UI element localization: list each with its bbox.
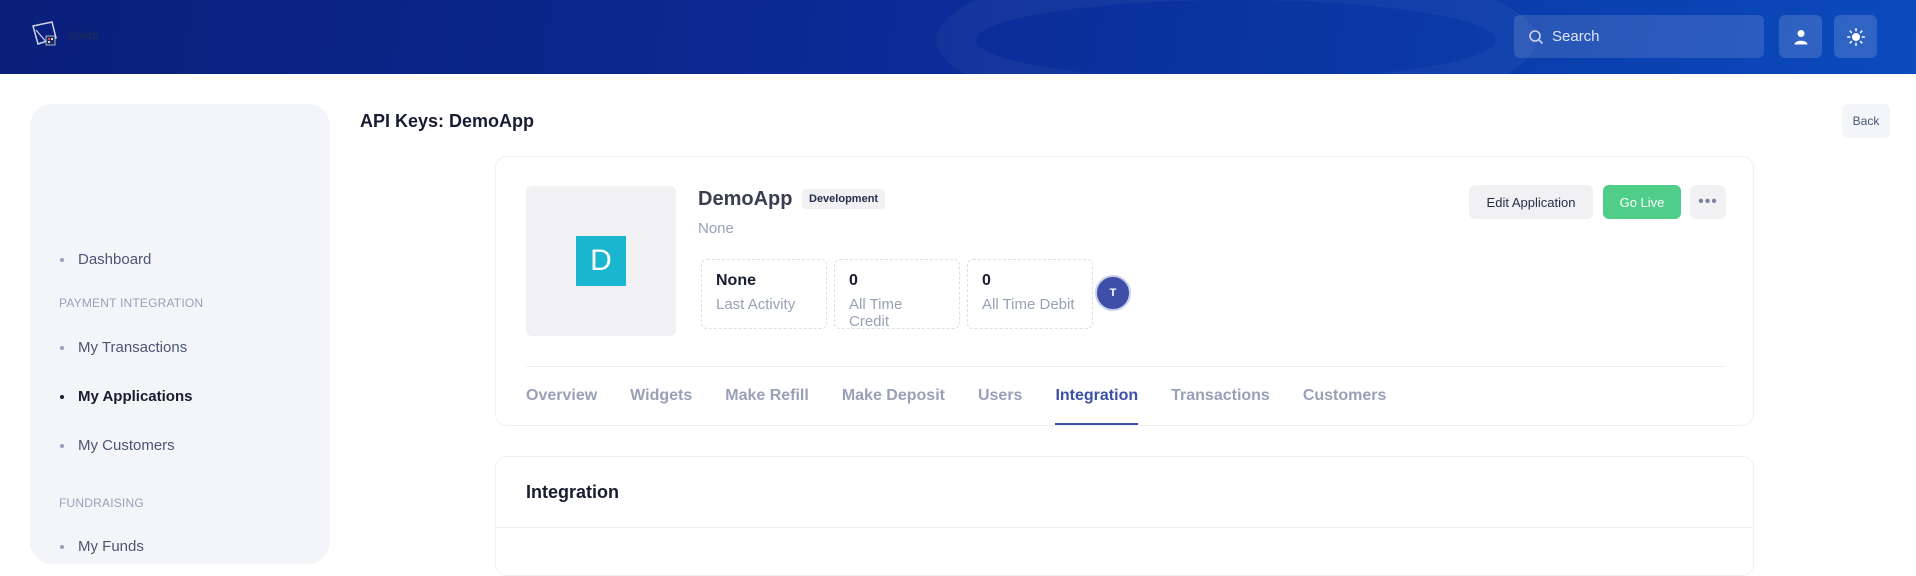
sidebar-item-my-funds[interactable]: My Funds (60, 538, 144, 555)
more-options-button[interactable]: ••• (1690, 185, 1726, 219)
sidebar: Dashboard PAYMENT INTEGRATION My Transac… (30, 104, 330, 564)
stat-all-time-credit: 0 All Time Credit (834, 259, 960, 330)
tab-make-deposit[interactable]: Make Deposit (842, 367, 945, 425)
application-card: D DemoApp Development None None Last Act… (495, 156, 1754, 426)
stat-label: All Time Debit (982, 296, 1075, 313)
page-title: API Keys: DemoApp (360, 111, 535, 131)
sidebar-item-my-transactions[interactable]: My Transactions (60, 339, 187, 356)
app-description: None (698, 220, 734, 237)
app-avatar: D (576, 236, 626, 286)
back-button[interactable]: Back (1842, 104, 1890, 138)
sidebar-item-label: My Transactions (78, 339, 188, 356)
app-tabs: Overview Widgets Make Refill Make Deposi… (526, 367, 1419, 425)
sidebar-item-my-applications[interactable]: My Applications (60, 388, 192, 405)
user-menu-button[interactable] (1779, 15, 1822, 58)
app-name: DemoApp (698, 188, 793, 210)
search-input[interactable] (1552, 28, 1752, 45)
app-avatar-container: D (526, 186, 676, 336)
tab-widgets[interactable]: Widgets (630, 367, 692, 425)
bullet-icon (60, 394, 64, 399)
tab-customers[interactable]: Customers (1303, 367, 1387, 425)
tab-overview[interactable]: Overview (526, 367, 597, 425)
top-header: Somb (0, 0, 1916, 74)
stat-last-activity: None Last Activity (701, 259, 827, 329)
sidebar-item-dashboard[interactable]: Dashboard (60, 251, 151, 268)
sidebar-section-fundraising: FUNDRAISING (59, 496, 144, 510)
sidebar-item-label: Dashboard (78, 251, 152, 268)
sidebar-item-label: My Customers (78, 437, 175, 454)
sidebar-item-my-customers[interactable]: My Customers (60, 437, 175, 454)
divider (496, 527, 1753, 528)
user-icon (1794, 29, 1807, 44)
stat-label: Last Activity (716, 296, 796, 313)
stat-value: 0 (849, 272, 858, 289)
tab-users[interactable]: Users (978, 367, 1022, 425)
user-avatar[interactable]: T (1095, 275, 1131, 311)
tab-make-refill[interactable]: Make Refill (725, 367, 809, 425)
logo-icon (32, 21, 57, 46)
theme-toggle-button[interactable] (1834, 15, 1877, 58)
sidebar-item-label: My Applications (78, 388, 193, 405)
stat-value: None (716, 272, 756, 289)
bullet-icon (60, 345, 64, 350)
sun-icon (1846, 27, 1865, 46)
app-logo[interactable]: Somb (30, 20, 120, 52)
bullet-icon (60, 257, 64, 262)
search-box[interactable] (1514, 15, 1764, 58)
go-live-button[interactable]: Go Live (1603, 185, 1681, 219)
sidebar-section-payment-integration: PAYMENT INTEGRATION (59, 296, 204, 310)
tab-integration[interactable]: Integration (1055, 367, 1138, 425)
stat-value: 0 (982, 272, 991, 289)
tab-transactions[interactable]: Transactions (1171, 367, 1270, 425)
logo-text: Somb (68, 30, 99, 42)
edit-application-button[interactable]: Edit Application (1469, 185, 1593, 219)
environment-badge: Development (802, 189, 886, 209)
stat-all-time-debit: 0 All Time Debit (967, 259, 1093, 329)
integration-card: Integration (495, 456, 1754, 576)
stat-label: All Time Credit (849, 296, 903, 330)
search-icon (1529, 29, 1544, 44)
header-decoration (936, 0, 1536, 74)
integration-title: Integration (526, 482, 619, 502)
bullet-icon (60, 443, 64, 448)
sidebar-item-label: My Funds (78, 538, 144, 555)
